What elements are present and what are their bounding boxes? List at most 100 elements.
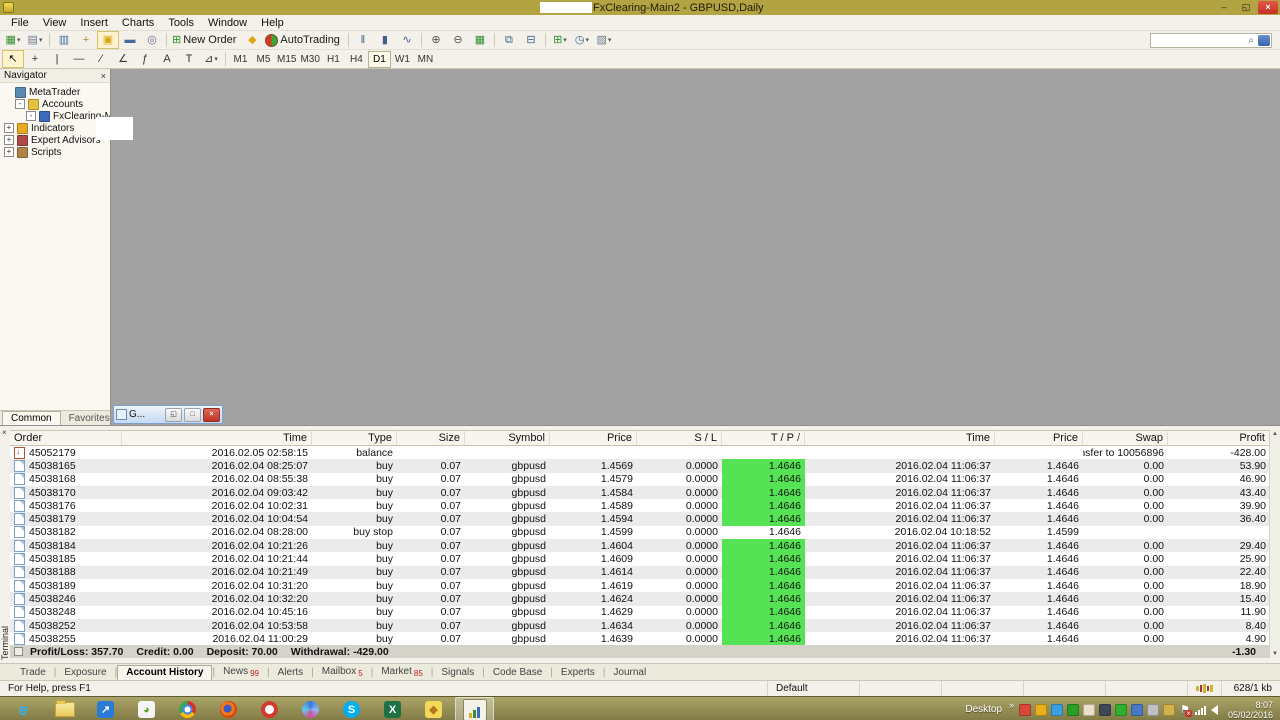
zoom-out-button[interactable]: ⊖ — [447, 31, 469, 49]
column-header-swap[interactable]: Swap — [1083, 431, 1168, 445]
tab-alerts[interactable]: Alerts — [270, 666, 312, 680]
tray-note-icon[interactable] — [1083, 704, 1095, 716]
restore-button[interactable]: ◱ — [1236, 1, 1256, 14]
timeframe-h1-button[interactable]: H1 — [322, 51, 345, 68]
candlestick-chart-button[interactable]: ▮ — [374, 31, 396, 49]
arrows-button[interactable]: ⊿▾ — [200, 50, 222, 68]
tab-experts[interactable]: Experts — [553, 666, 603, 680]
trendline-button[interactable]: ∕ — [90, 50, 112, 68]
column-header-type[interactable]: Type — [312, 431, 397, 445]
templates-button[interactable]: ▨▾ — [593, 31, 615, 49]
cursor-button[interactable]: ↖ — [2, 50, 24, 68]
tray-nvidia-icon[interactable] — [1115, 704, 1127, 716]
strategy-tester-button[interactable]: ◎ — [141, 31, 163, 49]
table-scrollbar[interactable]: ▲ ▼ — [1269, 430, 1280, 658]
autotrading-button[interactable]: AutoTrading — [263, 31, 345, 49]
navigator-item-account-fxclearing-main2[interactable]: -FxClearing-Main2 — [0, 110, 110, 122]
navigator-item-expert-advisors[interactable]: +Expert Advisors — [0, 134, 110, 146]
tray-mail-icon[interactable] — [1147, 704, 1159, 716]
scroll-up-icon[interactable]: ▲ — [1272, 430, 1278, 438]
taskbar-clock[interactable]: 8:07 05/02/2016 — [1228, 700, 1273, 720]
navigator-tab-favorites[interactable]: Favorites — [61, 412, 119, 425]
new-chart-button[interactable]: ▦▾ — [2, 31, 24, 49]
tray-expand-icon[interactable]: » — [1009, 700, 1014, 710]
tab-account-history[interactable]: Account History — [117, 665, 212, 680]
indicators-button[interactable]: ⊞▾ — [549, 31, 571, 49]
new-order-button[interactable]: ⊞New Order — [170, 31, 241, 49]
column-header-time[interactable]: Time — [805, 431, 995, 445]
fibonacci-button[interactable]: ƒ — [134, 50, 156, 68]
table-row[interactable]: 450381762016.02.04 10:02:31buy0.07gbpusd… — [10, 499, 1270, 512]
scripts-expander-icon[interactable]: + — [4, 147, 14, 157]
navigator-button[interactable]: ▣ — [97, 31, 119, 49]
taskbar-yellow-app[interactable]: ◆ — [414, 697, 453, 720]
navigator-item-scripts[interactable]: +Scripts — [0, 146, 110, 158]
taskbar-blue-pen-app[interactable]: ↗ — [86, 697, 125, 720]
tab-code-base[interactable]: Code Base — [485, 666, 550, 680]
tab-market[interactable]: Market85 — [373, 665, 430, 680]
table-row[interactable]: 450381792016.02.04 10:04:54buy0.07gbpusd… — [10, 512, 1270, 525]
data-window-button[interactable]: + — [75, 31, 97, 49]
action-center-flag-icon[interactable]: ⚑ — [1180, 703, 1190, 716]
minimize-button[interactable]: – — [1214, 1, 1234, 14]
table-row[interactable]: 450382482016.02.04 10:45:16buy0.07gbpusd… — [10, 606, 1270, 619]
periods-button[interactable]: ◷▾ — [571, 31, 593, 49]
timeframe-mn-button[interactable]: MN — [414, 51, 437, 68]
menu-tools[interactable]: Tools — [161, 16, 201, 30]
navigator-item-accounts[interactable]: -Accounts — [0, 98, 110, 110]
timeframe-m5-button[interactable]: M5 — [252, 51, 275, 68]
taskbar-file-explorer[interactable] — [45, 697, 84, 720]
tray-ie-icon[interactable] — [1131, 704, 1143, 716]
market-watch-button[interactable]: ▥ — [53, 31, 75, 49]
expert-advisors-expander-icon[interactable]: + — [4, 135, 14, 145]
arrange-windows-button[interactable]: ⊟ — [520, 31, 542, 49]
tray-sync-icon[interactable] — [1067, 704, 1079, 716]
text-button[interactable]: A — [156, 50, 178, 68]
taskbar-green-browser[interactable]: ◕ — [127, 697, 166, 720]
table-row[interactable]: 450381852016.02.04 10:21:44buy0.07gbpusd… — [10, 552, 1270, 565]
status-profile[interactable]: Default — [768, 681, 860, 696]
timeframe-d1-button[interactable]: D1 — [368, 51, 391, 68]
taskbar-firefox[interactable] — [209, 697, 248, 720]
column-header-sl[interactable]: S / L — [637, 431, 722, 445]
tray-safari-icon[interactable] — [1051, 704, 1063, 716]
table-row[interactable]: 450381842016.02.04 10:21:26buy0.07gbpusd… — [10, 539, 1270, 552]
column-header-symbol[interactable]: Symbol — [465, 431, 550, 445]
table-row[interactable]: 450381702016.02.04 09:03:42buy0.07gbpusd… — [10, 486, 1270, 499]
desktop-button[interactable]: Desktop — [965, 704, 1002, 715]
column-header-price[interactable]: Price — [995, 431, 1083, 445]
vertical-line-button[interactable]: | — [46, 50, 68, 68]
tray-display-icon[interactable] — [1099, 704, 1111, 716]
timeframe-h4-button[interactable]: H4 — [345, 51, 368, 68]
table-row[interactable]: 450381882016.02.04 10:21:49buy0.07gbpusd… — [10, 566, 1270, 579]
column-header-size[interactable]: Size — [397, 431, 465, 445]
crosshair-button[interactable]: + — [24, 50, 46, 68]
menu-view[interactable]: View — [36, 16, 74, 30]
tab-signals[interactable]: Signals — [433, 666, 482, 680]
chart-maximize-button[interactable]: □ — [184, 408, 201, 422]
timeframe-m1-button[interactable]: M1 — [229, 51, 252, 68]
volume-icon[interactable] — [1211, 705, 1218, 715]
bar-chart-button[interactable]: ‖ — [352, 31, 374, 49]
table-row[interactable]: 450381652016.02.04 08:25:07buy0.07gbpusd… — [10, 459, 1270, 472]
timeframe-m30-button[interactable]: M30 — [298, 51, 321, 68]
close-button[interactable]: × — [1258, 1, 1278, 14]
table-row[interactable]: 450381682016.02.04 08:55:38buy0.07gbpusd… — [10, 473, 1270, 486]
tray-google-icon[interactable] — [1035, 704, 1047, 716]
network-signal-icon[interactable] — [1195, 705, 1206, 715]
table-row[interactable]: 450382462016.02.04 10:32:20buy0.07gbpusd… — [10, 592, 1270, 605]
tab-mailbox[interactable]: Mailbox5 — [314, 665, 371, 680]
navigator-item-metatrader[interactable]: MetaTrader — [0, 86, 110, 98]
metaeditor-button[interactable]: ◆ — [241, 31, 263, 49]
taskbar-excel[interactable]: X — [373, 697, 412, 720]
line-chart-button[interactable]: ∿ — [396, 31, 418, 49]
table-row[interactable]: 450382522016.02.04 10:53:58buy0.07gbpusd… — [10, 619, 1270, 632]
tray-pen-icon[interactable] — [1163, 704, 1175, 716]
chart-close-button[interactable]: × — [203, 408, 220, 422]
tile-windows-button[interactable]: ▦ — [469, 31, 491, 49]
navigator-close-icon[interactable]: × — [101, 71, 106, 81]
chart-restore-button[interactable]: ◱ — [165, 408, 182, 422]
menu-file[interactable]: File — [4, 16, 36, 30]
timeframe-w1-button[interactable]: W1 — [391, 51, 414, 68]
scroll-down-icon[interactable]: ▼ — [1272, 650, 1278, 658]
